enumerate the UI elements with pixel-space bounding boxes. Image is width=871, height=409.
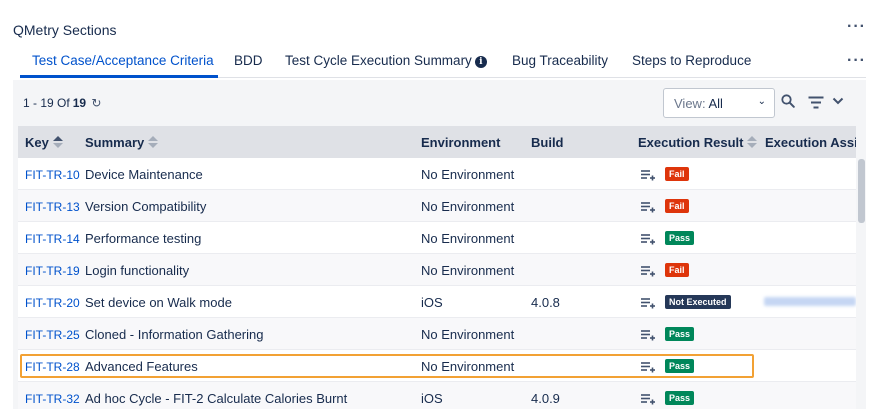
column-header-environment: Environment: [421, 135, 501, 150]
execution-result-badge[interactable]: Pass: [665, 359, 695, 373]
table-header: Key Summary Environment Build Execution …: [18, 126, 856, 158]
test-run-environment: No Environment: [421, 231, 515, 246]
test-run-summary: Performance testing: [85, 231, 202, 246]
column-header-build: Build: [531, 135, 564, 150]
execution-result-badge[interactable]: Fail: [665, 263, 689, 277]
test-run-summary: Device Maintenance: [85, 167, 203, 182]
column-header-key[interactable]: Key: [25, 135, 63, 150]
column-header-execution-assignee: Execution Assi: [765, 135, 856, 150]
execute-list-icon[interactable]: [641, 233, 656, 245]
test-run-summary: Ad hoc Cycle - FIT-2 Calculate Calories …: [85, 391, 348, 406]
test-run-summary: Advanced Features: [85, 359, 198, 374]
test-run-environment: No Environment: [421, 167, 515, 182]
table-scrollbar[interactable]: [857, 127, 866, 409]
chevron-down-icon[interactable]: [832, 96, 844, 106]
filter-icon[interactable]: [808, 96, 824, 109]
tab-steps-to-reproduce[interactable]: Steps to Reproduce: [632, 53, 751, 68]
table-row[interactable]: FIT-TR-28 Advanced Features No Environment…: [18, 350, 856, 382]
refresh-icon[interactable]: ↻: [91, 96, 101, 110]
tab-bdd[interactable]: BDD: [234, 53, 263, 68]
search-icon[interactable]: [781, 94, 795, 108]
test-run-key-link[interactable]: FIT-TR-20: [25, 296, 80, 310]
column-header-execution-result[interactable]: Execution Result: [638, 135, 758, 150]
view-select[interactable]: View: All ⌄: [663, 88, 775, 118]
execute-list-icon[interactable]: [641, 393, 656, 405]
test-run-key-link[interactable]: FIT-TR-10: [25, 168, 80, 182]
sort-icon[interactable]: [747, 136, 758, 148]
execute-list-icon[interactable]: [641, 329, 656, 341]
scrollbar-thumb[interactable]: [858, 159, 865, 223]
test-case-table: Key Summary Environment Build Execution …: [18, 126, 856, 409]
test-run-environment: No Environment: [421, 359, 515, 374]
table-row[interactable]: FIT-TR-32 Ad hoc Cycle - FIT-2 Calculate …: [18, 382, 856, 409]
tab-test-cycle-execution-summary[interactable]: Test Cycle Execution Summary i: [285, 53, 487, 68]
test-run-summary: Cloned - Information Gathering: [85, 327, 264, 342]
tab-bug-traceability[interactable]: Bug Traceability: [512, 53, 608, 68]
table-row[interactable]: FIT-TR-25 Cloned - Information Gathering N…: [18, 318, 856, 350]
test-run-environment: No Environment: [421, 199, 515, 214]
test-run-key-link[interactable]: FIT-TR-28: [25, 360, 80, 374]
test-run-summary: Login functionality: [85, 263, 190, 278]
execute-list-icon[interactable]: [641, 169, 656, 181]
chevron-down-icon: ⌄: [757, 96, 766, 107]
tab-test-case[interactable]: Test Case/Acceptance Criteria: [32, 53, 214, 68]
sort-icon[interactable]: [148, 136, 159, 148]
panel-title: QMetry Sections: [13, 22, 117, 38]
table-row[interactable]: FIT-TR-19 Login functionality No Environme…: [18, 254, 856, 286]
execution-result-badge[interactable]: Pass: [665, 391, 695, 405]
test-run-environment: No Environment: [421, 327, 515, 342]
pagination-summary: 1 - 19 Of 19 ↻: [23, 96, 102, 110]
execution-result-badge[interactable]: Fail: [665, 167, 689, 181]
test-run-key-link[interactable]: FIT-TR-13: [25, 200, 80, 214]
test-run-build: 4.0.9: [531, 391, 560, 406]
execute-list-icon[interactable]: [641, 201, 656, 213]
test-run-summary: Set device on Walk mode: [85, 295, 232, 310]
execution-result-badge[interactable]: Pass: [665, 327, 695, 341]
execution-result-badge[interactable]: Fail: [665, 199, 689, 213]
table-row[interactable]: FIT-TR-20 Set device on Walk mode iOS 4.0.8…: [18, 286, 856, 318]
test-run-environment: No Environment: [421, 263, 515, 278]
section-tabs: Test Case/Acceptance Criteria BDD Test C…: [20, 44, 866, 78]
table-row[interactable]: FIT-TR-14 Performance testing No Environme…: [18, 222, 856, 254]
info-icon[interactable]: i: [474, 56, 487, 68]
test-run-environment: iOS: [421, 295, 443, 310]
tabs-more-button[interactable]: ···: [847, 52, 866, 70]
sort-icon[interactable]: [52, 136, 63, 148]
test-run-key-link[interactable]: FIT-TR-19: [25, 264, 80, 278]
active-tab-indicator: [20, 75, 218, 78]
test-run-build: 4.0.8: [531, 295, 560, 310]
panel-more-button[interactable]: ···: [847, 18, 866, 36]
table-row[interactable]: FIT-TR-10 Device Maintenance No Environmen…: [18, 158, 856, 190]
execute-list-icon[interactable]: [641, 361, 656, 373]
execute-list-icon[interactable]: [641, 265, 656, 277]
execution-result-badge[interactable]: Pass: [665, 231, 695, 245]
test-run-key-link[interactable]: FIT-TR-14: [25, 232, 80, 246]
table-row[interactable]: FIT-TR-13 Version Compatibility No Environ…: [18, 190, 856, 222]
execution-assignee-redacted: [764, 297, 856, 306]
column-header-summary[interactable]: Summary: [85, 135, 159, 150]
execute-list-icon[interactable]: [641, 297, 656, 309]
test-run-key-link[interactable]: FIT-TR-32: [25, 392, 80, 406]
execution-result-badge[interactable]: Not Executed: [665, 295, 731, 309]
test-run-key-link[interactable]: FIT-TR-25: [25, 328, 80, 342]
test-run-environment: iOS: [421, 391, 443, 406]
test-run-summary: Version Compatibility: [85, 199, 207, 214]
